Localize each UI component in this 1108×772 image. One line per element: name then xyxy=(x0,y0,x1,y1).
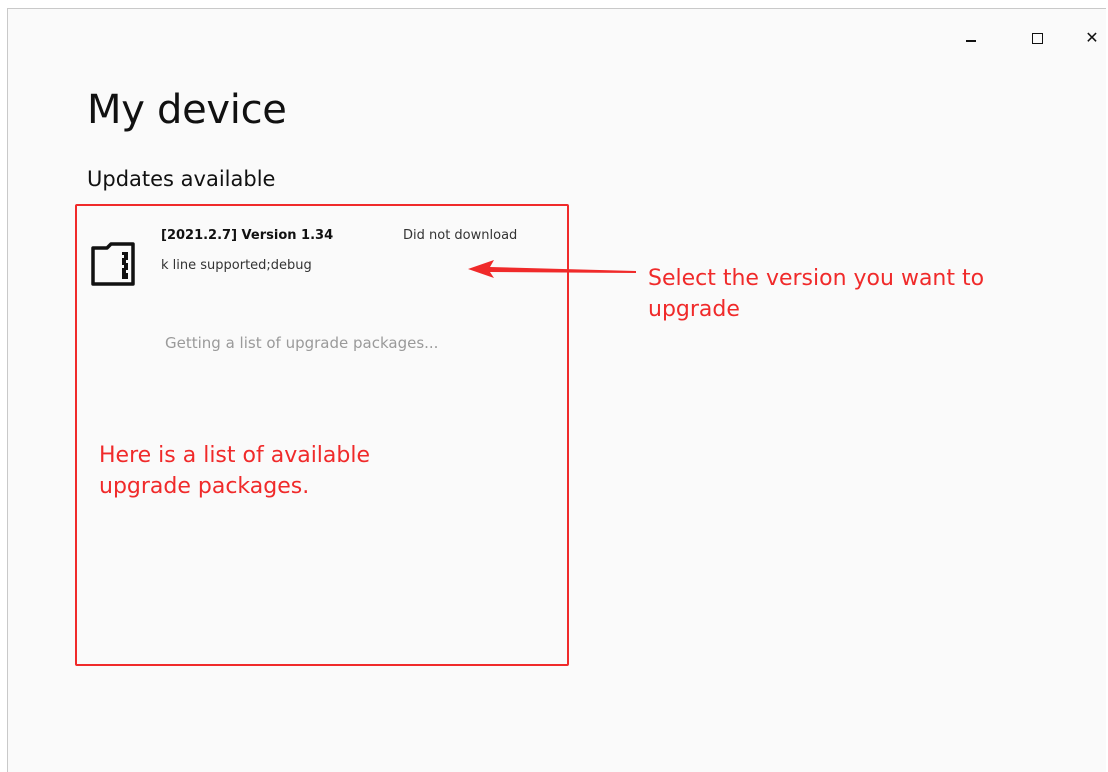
app-window: ✕ My device Updates available [2021.2.7]… xyxy=(7,8,1106,772)
sd-card-icon xyxy=(91,242,135,286)
close-icon: ✕ xyxy=(1085,28,1099,47)
annotation-list-note: Here is a list of available upgrade pack… xyxy=(99,443,371,499)
annotation-select-note: Select the version you want to upgrade xyxy=(648,266,985,322)
section-title: Updates available xyxy=(87,167,276,191)
minimize-button[interactable] xyxy=(948,23,994,53)
package-description: k line supported;debug xyxy=(161,258,312,273)
annotation-arrow xyxy=(468,260,636,278)
maximize-button[interactable] xyxy=(1014,23,1060,53)
close-button[interactable]: ✕ xyxy=(1069,23,1108,53)
minimize-icon xyxy=(966,40,976,42)
page-title: My device xyxy=(87,87,287,133)
maximize-icon xyxy=(1031,32,1043,44)
package-status: Did not download xyxy=(403,228,518,243)
package-title: [2021.2.7] Version 1.34 xyxy=(161,228,334,243)
loading-text: Getting a list of upgrade packages... xyxy=(165,334,439,352)
